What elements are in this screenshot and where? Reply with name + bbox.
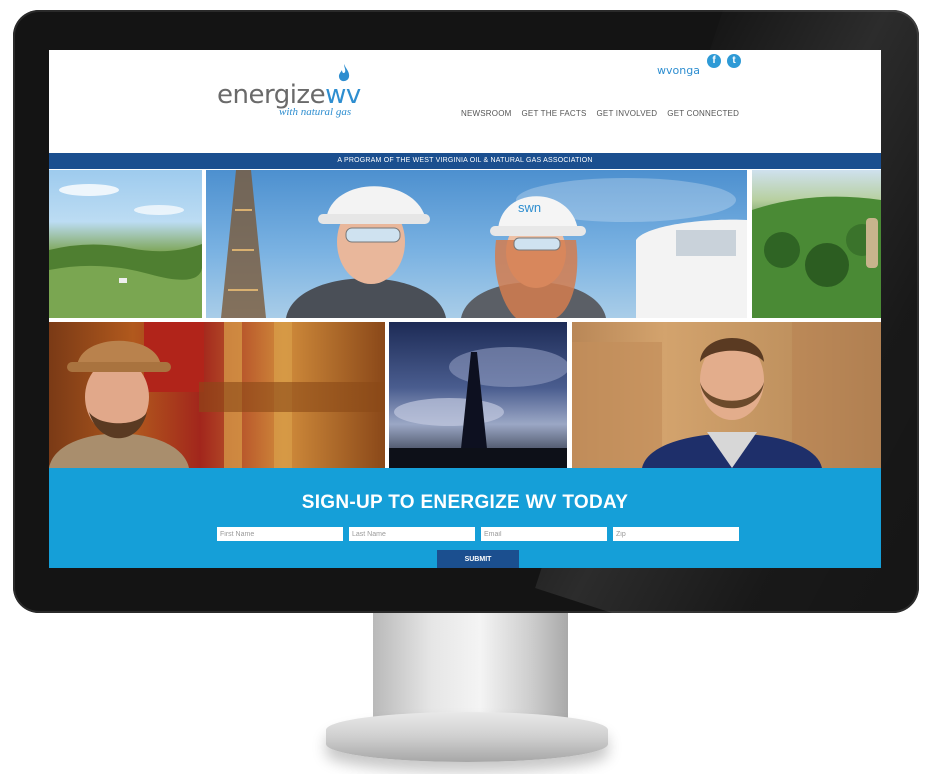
farmland-illustration [49, 184, 202, 318]
submit-button[interactable]: SUBMIT [437, 550, 519, 568]
hardhat-logo: swn [518, 200, 541, 215]
nav-item-get-the-facts[interactable]: GET THE FACTS [522, 109, 587, 118]
first-name-field[interactable] [217, 527, 343, 541]
nav-item-newsroom[interactable]: NEWSROOM [461, 109, 512, 118]
logo-tagline: with natural gas [279, 106, 352, 118]
signup-section: SIGN-UP TO ENERGIZE WV TODAY SUBMIT [49, 468, 881, 568]
theater-man-illustration [49, 322, 385, 468]
signup-title: SIGN-UP TO ENERGIZE WV TODAY [301, 492, 629, 513]
last-name-field[interactable] [349, 527, 475, 541]
monitor-stand-neck [373, 613, 568, 723]
warehouse-worker-illustration [572, 322, 881, 468]
drilling-rig-illustration [389, 347, 567, 468]
facebook-glyph: f [712, 55, 716, 66]
warehouse-worker-photo [572, 322, 881, 468]
email-field[interactable] [481, 527, 607, 541]
twitter-icon[interactable]: t [727, 54, 741, 68]
program-banner: A PROGRAM OF THE WEST VIRGINIA OIL & NAT… [49, 153, 881, 169]
theater-man-photo [49, 322, 385, 468]
wvonga-text: wvonga [657, 64, 700, 77]
gas-workers-photo: swn [206, 170, 747, 318]
nav-item-get-involved[interactable]: GET INVOLVED [596, 109, 657, 118]
wvonga-logo[interactable]: wvonga [657, 58, 700, 80]
farmland-photo [49, 170, 202, 318]
facebook-icon[interactable]: f [707, 54, 721, 68]
drilling-rig-photo [389, 322, 567, 468]
twitter-glyph: t [732, 55, 736, 66]
monitor-stand-base [326, 712, 608, 762]
website-screen: energizewv with natural gas wvonga f t N… [49, 50, 881, 568]
nav-item-get-connected[interactable]: GET CONNECTED [667, 109, 739, 118]
hillside-illustration [752, 196, 881, 318]
gas-workers-illustration: swn [221, 170, 747, 318]
hillside-photo [752, 170, 881, 318]
main-nav: NEWSROOM GET THE FACTS GET INVOLVED GET … [461, 109, 739, 118]
energize-wv-logo[interactable]: energizewv with natural gas [217, 62, 367, 118]
zip-field[interactable] [613, 527, 739, 541]
